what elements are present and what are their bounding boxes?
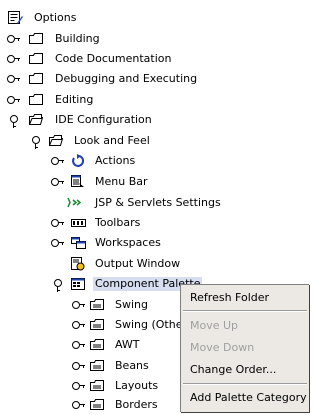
folder-icon: [29, 33, 43, 44]
folder-icon: [29, 73, 43, 84]
expand-key-icon[interactable]: [51, 156, 65, 166]
open-folder-icon: [29, 114, 43, 125]
expand-key-icon[interactable]: [72, 400, 86, 410]
tree-row-debugging[interactable]: Debugging and Executing: [0, 69, 308, 89]
tree-row-building[interactable]: Building: [0, 29, 308, 49]
tree-label-editing: Editing: [55, 93, 94, 106]
collapse-key-icon[interactable]: [51, 279, 65, 292]
tree-row-actions[interactable]: Actions: [0, 151, 308, 171]
actions-icon: [72, 154, 85, 167]
expand-key-icon[interactable]: [7, 54, 21, 64]
component-palette-icon: [71, 278, 85, 290]
tree-label-ide-configuration: IDE Configuration: [55, 113, 152, 126]
menu-item-label: Add Palette Category: [190, 391, 307, 404]
expand-key-icon[interactable]: [51, 218, 65, 228]
expand-key-icon[interactable]: [72, 340, 86, 350]
tree-label-code-documentation: Code Documentation: [55, 52, 172, 65]
palette-folder-icon: [90, 319, 104, 330]
jsp-settings-icon: [67, 197, 82, 208]
menu-item-add-palette-category[interactable]: Add Palette Category: [181, 387, 309, 409]
tree-label-jsp-servlets: JSP & Servlets Settings: [95, 196, 221, 209]
tree-label-output-window: Output Window: [95, 257, 181, 270]
palette-folder-icon: [90, 339, 104, 350]
palette-folder-icon: [90, 380, 104, 391]
tree-label-layouts: Layouts: [115, 379, 159, 392]
tree-label-awt: AWT: [115, 338, 140, 351]
tree-row-editing[interactable]: Editing: [0, 90, 308, 110]
tree-row-output-window[interactable]: Output Window: [0, 254, 308, 274]
menu-bar-icon: [71, 175, 84, 187]
tree-label-beans: Beans: [115, 359, 149, 372]
menu-item-move-up[interactable]: Move Up: [181, 315, 309, 337]
tree-label-swing-other: Swing (Other: [115, 318, 188, 331]
tree-label-debugging: Debugging and Executing: [55, 72, 198, 85]
expand-key-icon[interactable]: [51, 238, 65, 248]
tree-label-workspaces: Workspaces: [95, 236, 161, 249]
folder-icon: [29, 53, 43, 64]
tree-label-toolbars: Toolbars: [95, 216, 141, 229]
tree-label-swing: Swing: [115, 298, 148, 311]
tree-row-menu-bar[interactable]: Menu Bar: [0, 172, 308, 192]
context-menu: Refresh Folder Move Up Move Down Change …: [180, 284, 309, 412]
workspaces-icon: [71, 237, 86, 249]
menu-item-label: Move Up: [190, 319, 239, 332]
palette-folder-icon: [90, 399, 104, 410]
expand-key-icon[interactable]: [7, 34, 21, 44]
menu-item-label: Change Order...: [190, 363, 277, 376]
menu-item-label: Refresh Folder: [190, 291, 270, 304]
tree-label-look-and-feel: Look and Feel: [74, 134, 150, 147]
tree-label-borders: Borders: [115, 398, 158, 411]
options-icon: [8, 11, 23, 24]
menu-item-refresh-folder[interactable]: Refresh Folder: [181, 287, 309, 309]
collapse-key-icon[interactable]: [29, 136, 43, 149]
tree-label-actions: Actions: [95, 154, 136, 167]
tree-label-options: Options: [34, 11, 77, 24]
output-window-icon: [71, 257, 85, 271]
expand-key-icon[interactable]: [51, 177, 65, 187]
tree-row-jsp-servlets[interactable]: JSP & Servlets Settings: [0, 193, 308, 213]
menu-item-move-down[interactable]: Move Down: [181, 337, 309, 359]
expand-key-icon[interactable]: [72, 300, 86, 310]
tree-row-toolbars[interactable]: Toolbars: [0, 213, 308, 233]
tree-row-ide-configuration[interactable]: IDE Configuration: [0, 110, 308, 130]
menu-separator: [183, 383, 307, 385]
expand-key-icon[interactable]: [7, 74, 21, 84]
tree-row-code-documentation[interactable]: Code Documentation: [0, 49, 308, 69]
expand-key-icon[interactable]: [72, 381, 86, 391]
tree-row-options[interactable]: Options: [0, 8, 308, 28]
open-folder-icon: [49, 135, 63, 146]
expand-key-icon[interactable]: [72, 320, 86, 330]
collapse-key-icon[interactable]: [7, 115, 21, 128]
tree-label-building: Building: [55, 32, 100, 45]
expand-key-icon[interactable]: [72, 361, 86, 371]
menu-item-change-order[interactable]: Change Order...: [181, 359, 309, 381]
palette-folder-icon: [90, 299, 104, 310]
palette-folder-icon: [90, 360, 104, 371]
folder-icon: [29, 94, 43, 105]
toolbar-icon: [71, 219, 86, 227]
tree-row-workspaces[interactable]: Workspaces: [0, 233, 308, 253]
tree-row-look-and-feel[interactable]: Look and Feel: [0, 131, 308, 151]
expand-key-icon[interactable]: [7, 95, 21, 105]
menu-item-label: Move Down: [190, 341, 255, 354]
tree-label-menu-bar: Menu Bar: [95, 175, 148, 188]
menu-separator: [183, 310, 307, 312]
